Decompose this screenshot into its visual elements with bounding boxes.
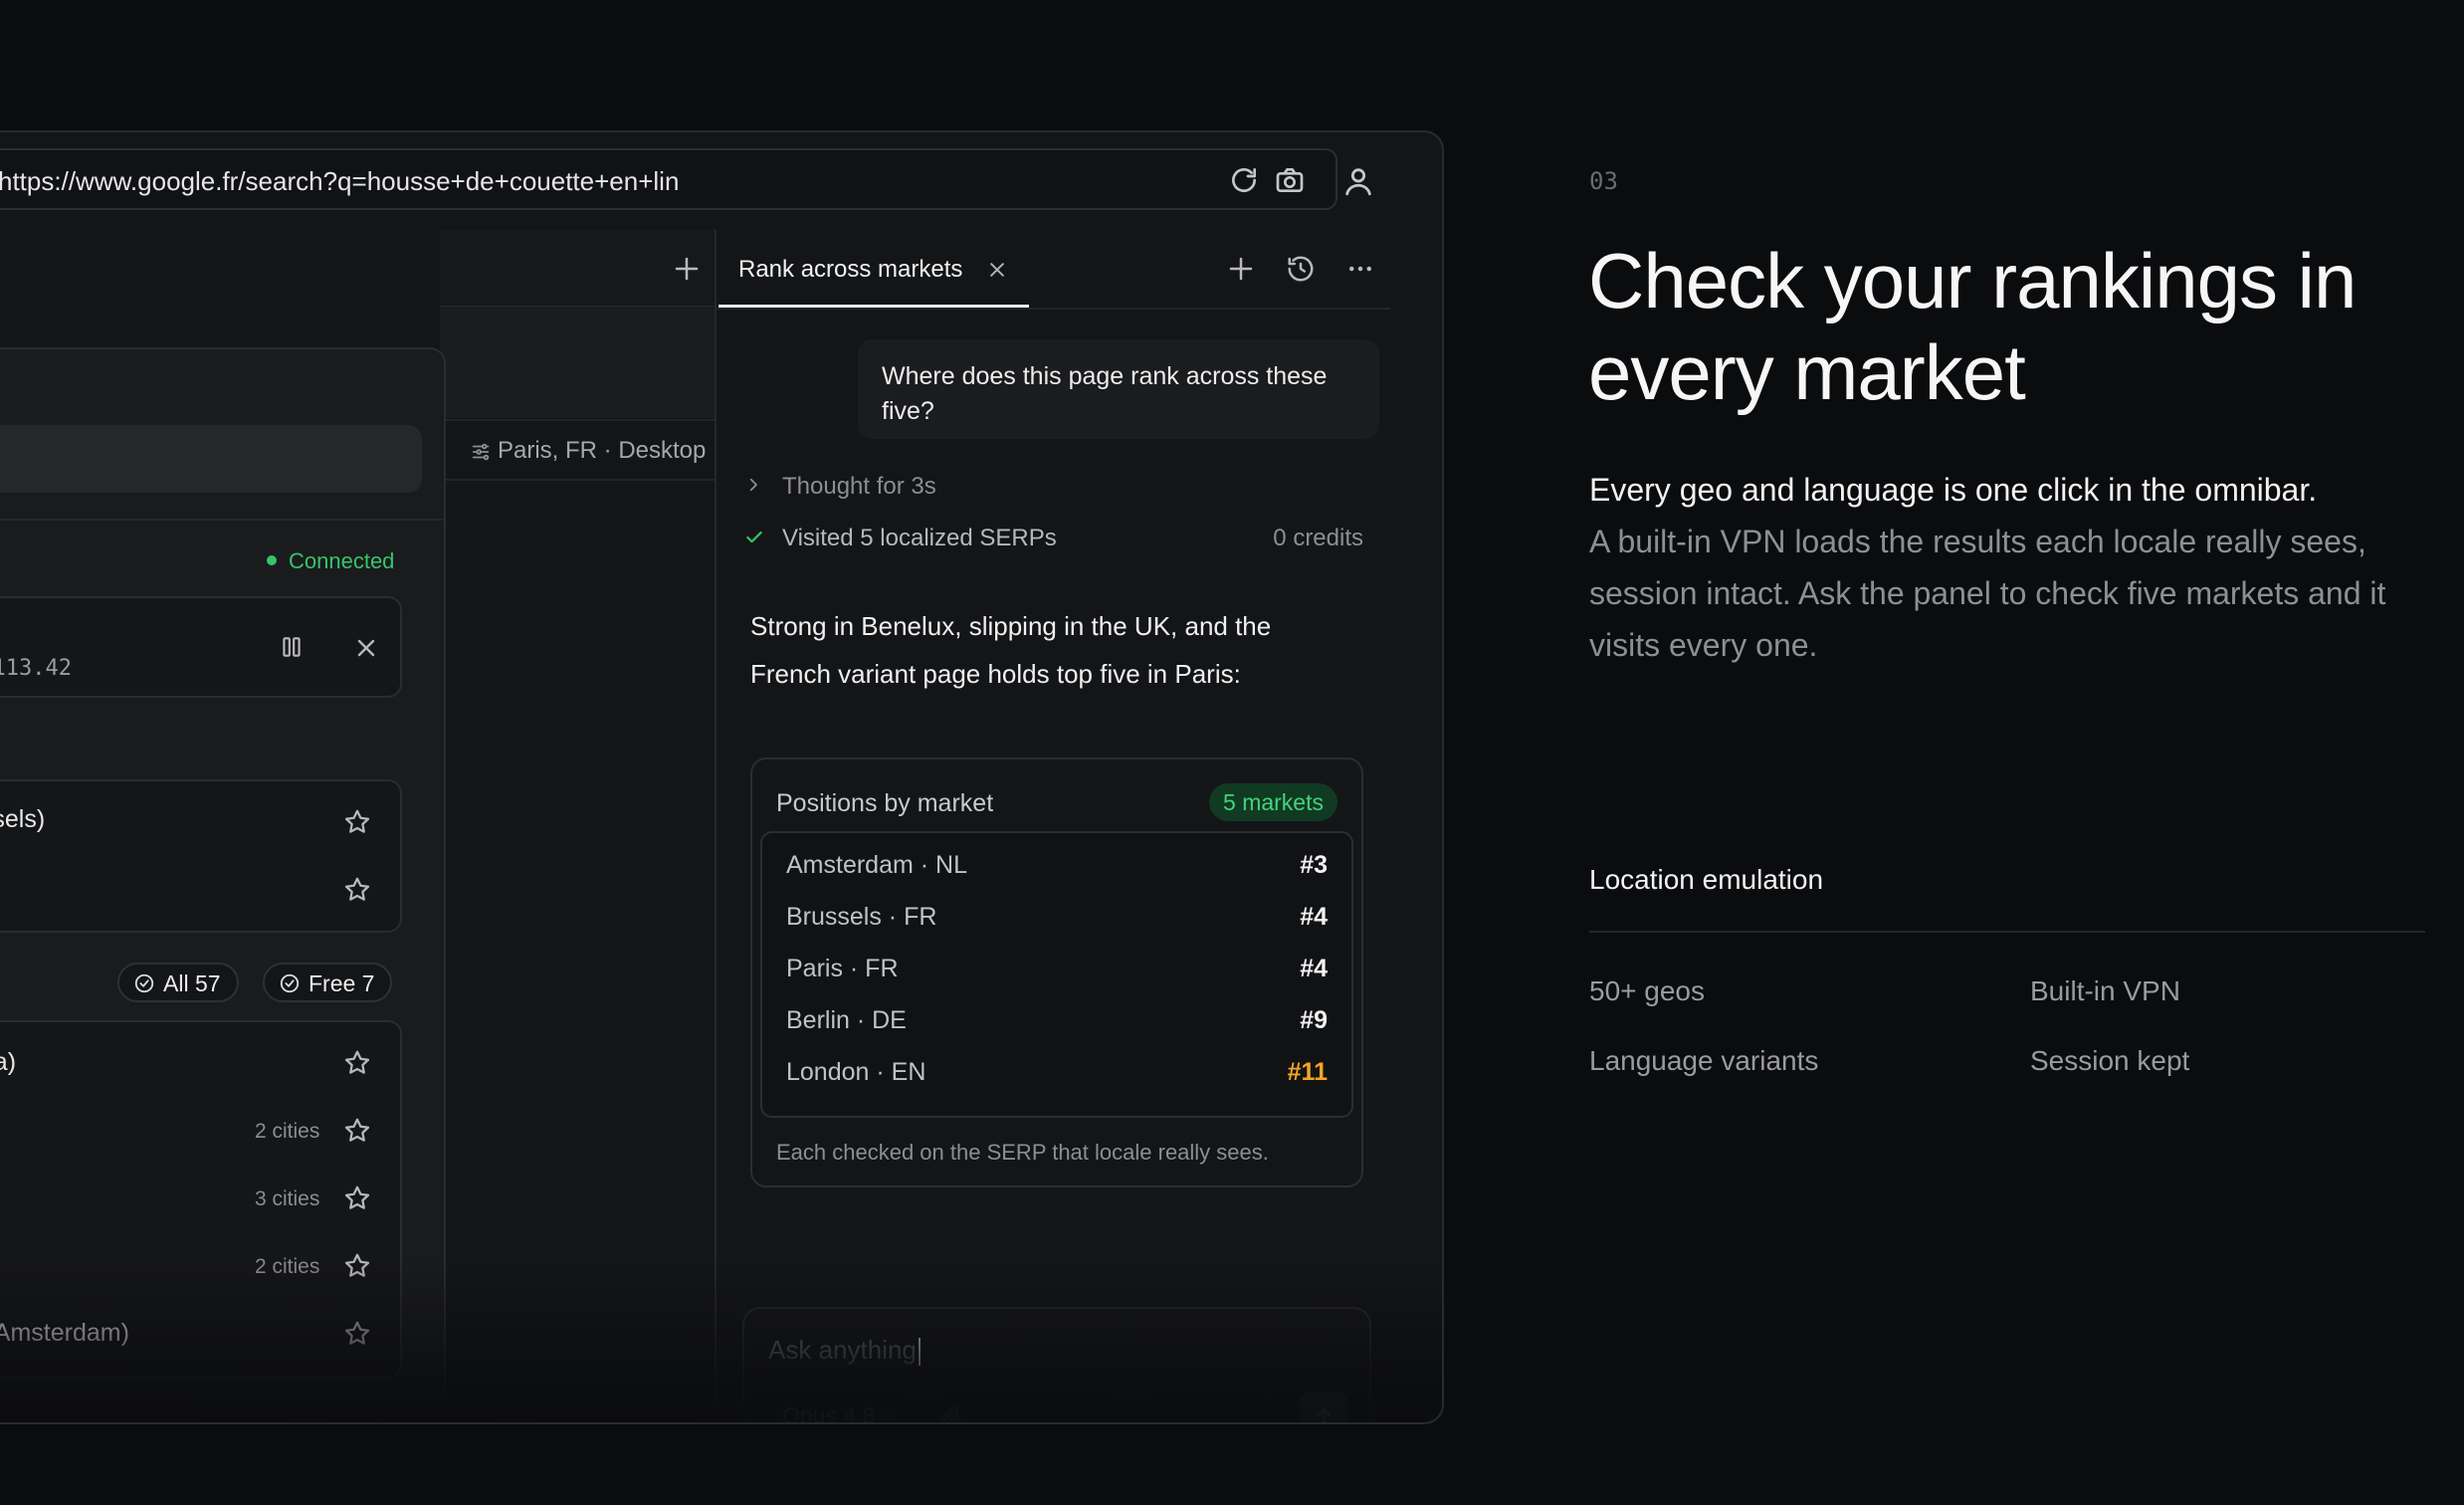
new-chat-plus-icon[interactable] xyxy=(1226,254,1256,284)
locations-panel: ns Connected s) 0.113.42 ussels) All 57 … xyxy=(0,347,446,1400)
camera-icon[interactable] xyxy=(1274,164,1306,196)
city-count: 2 cities xyxy=(255,1255,320,1278)
feature-item: Built-in VPN xyxy=(2030,975,2180,1006)
star-icon[interactable] xyxy=(342,807,372,837)
arrow-up-icon xyxy=(1316,1407,1332,1422)
positions-footnote: Each checked on the SERP that locale rea… xyxy=(776,1140,1269,1165)
star-icon[interactable] xyxy=(342,875,372,905)
url-text[interactable]: https://www.google.fr/search?q=housse+de… xyxy=(0,166,679,197)
tab-rank-across-markets[interactable]: Rank across markets xyxy=(719,230,1029,308)
favorite-location-label[interactable]: ussels) xyxy=(0,805,45,834)
market-rank: #4 xyxy=(1300,955,1328,982)
assistant-answer: Strong in Benelux, slipping in the UK, a… xyxy=(750,611,1272,689)
sliders-icon xyxy=(472,443,490,461)
background-location-bar: Paris, FR · Desktop xyxy=(440,419,733,481)
markets-badge: 5 markets xyxy=(1209,783,1337,821)
market-rank: #9 xyxy=(1300,1006,1328,1034)
chevron-down-icon xyxy=(886,1414,897,1421)
market-name: Brussels · FR xyxy=(786,903,937,931)
location-item-label[interactable]: nna) xyxy=(0,1048,16,1077)
table-row: London · EN #11 xyxy=(762,1046,1351,1098)
table-row: Brussels · FR #4 xyxy=(762,891,1351,943)
faded-element xyxy=(0,1402,195,1422)
chat-input[interactable]: Ask anything Opus 4.8 xyxy=(742,1307,1371,1424)
filter-all-label: All 57 xyxy=(163,970,221,996)
market-name: London · EN xyxy=(786,1058,926,1086)
user-message-text: Where does this page rank across these f… xyxy=(882,362,1328,425)
market-rank: #3 xyxy=(1300,851,1328,879)
thought-label: Thought for 3s xyxy=(782,473,936,500)
star-icon[interactable] xyxy=(342,1319,372,1349)
url-bar[interactable]: https://www.google.fr/search?q=housse+de… xyxy=(0,148,1337,210)
market-name: Amsterdam · NL xyxy=(786,851,967,879)
market-name: Berlin · DE xyxy=(786,1006,907,1034)
table-row: Berlin · DE #9 xyxy=(762,994,1351,1046)
connection-status: Connected xyxy=(267,548,394,574)
feature-item: Session kept xyxy=(2030,1045,2190,1076)
positions-title: Positions by market xyxy=(776,789,994,817)
background-location-text: Paris, FR · Desktop xyxy=(498,437,707,464)
attach-icon[interactable] xyxy=(937,1404,963,1424)
ai-side-panel: Rank across markets Where does this page… xyxy=(715,230,1390,1424)
new-tab-plus-icon[interactable] xyxy=(672,254,702,284)
star-icon[interactable] xyxy=(342,1183,372,1213)
pause-icon[interactable] xyxy=(279,634,305,660)
active-location-ip: 0.113.42 xyxy=(0,656,72,681)
reload-icon[interactable] xyxy=(1228,164,1260,196)
table-row: Paris · FR #4 xyxy=(762,943,1351,994)
filter-all-chip[interactable]: All 57 xyxy=(117,963,239,1002)
credits-used: 0 credits xyxy=(1273,525,1363,551)
background-page-header xyxy=(440,309,733,418)
features-divider xyxy=(1589,931,2425,933)
market-rank: #4 xyxy=(1300,903,1328,931)
send-button[interactable] xyxy=(1300,1393,1347,1422)
lead-text: Every geo and language is one click in t… xyxy=(1589,472,2318,508)
step-number: 03 xyxy=(1589,167,1618,195)
filter-free-label: Free 7 xyxy=(308,970,375,996)
features-title: Location emulation xyxy=(1589,864,1824,895)
check-circle-icon xyxy=(280,973,300,993)
tab-label: Rank across markets xyxy=(738,256,963,283)
table-row: Amsterdam · NL #3 xyxy=(762,839,1351,891)
market-rank: #11 xyxy=(1287,1058,1328,1086)
close-icon[interactable] xyxy=(987,260,1007,280)
star-icon[interactable] xyxy=(342,1251,372,1281)
more-options-icon[interactable] xyxy=(1345,254,1375,284)
filter-free-chip[interactable]: Free 7 xyxy=(263,963,393,1002)
visited-label: Visited 5 localized SERPs xyxy=(782,525,1057,551)
positions-card: Positions by market 5 markets Amsterdam … xyxy=(750,757,1363,1187)
city-count: 3 cities xyxy=(255,1187,320,1210)
city-count: 2 cities xyxy=(255,1120,320,1143)
lead-description: A built-in VPN loads the results each lo… xyxy=(1589,524,2386,663)
browser-window: https://www.google.fr/search?q=housse+de… xyxy=(0,130,1444,1424)
chat-placeholder: Ask anything xyxy=(768,1335,921,1367)
market-name: Paris · FR xyxy=(786,955,899,982)
feature-item: Language variants xyxy=(1589,1045,1819,1076)
chevron-right-icon xyxy=(749,478,757,492)
profile-icon[interactable] xyxy=(1341,164,1375,198)
star-icon[interactable] xyxy=(342,1048,372,1078)
disconnect-close-icon[interactable] xyxy=(354,636,378,660)
tab-divider xyxy=(717,308,1390,310)
feature-item: 50+ geos xyxy=(1589,975,1705,1006)
star-icon[interactable] xyxy=(342,1116,372,1146)
divider xyxy=(0,519,444,521)
location-list: nna) 2 cities 3 cities 2 cities s (Amste… xyxy=(0,1020,402,1379)
location-search-input[interactable]: ns xyxy=(0,425,422,493)
history-icon[interactable] xyxy=(1286,254,1316,284)
model-selector[interactable]: Opus 4.8 xyxy=(782,1402,899,1422)
status-dot xyxy=(267,555,277,566)
favorites-card: ussels) xyxy=(0,779,402,933)
check-icon xyxy=(746,531,762,543)
page-title: Check your rankings in every market xyxy=(1588,237,2357,416)
active-location-card: s) 0.113.42 xyxy=(0,596,402,698)
check-circle-icon xyxy=(134,973,154,993)
user-message: Where does this page rank across these f… xyxy=(858,339,1379,439)
positions-table: Amsterdam · NL #3 Brussels · FR #4 Paris… xyxy=(760,831,1353,1118)
location-item-label[interactable]: s (Amsterdam) xyxy=(0,1319,129,1348)
